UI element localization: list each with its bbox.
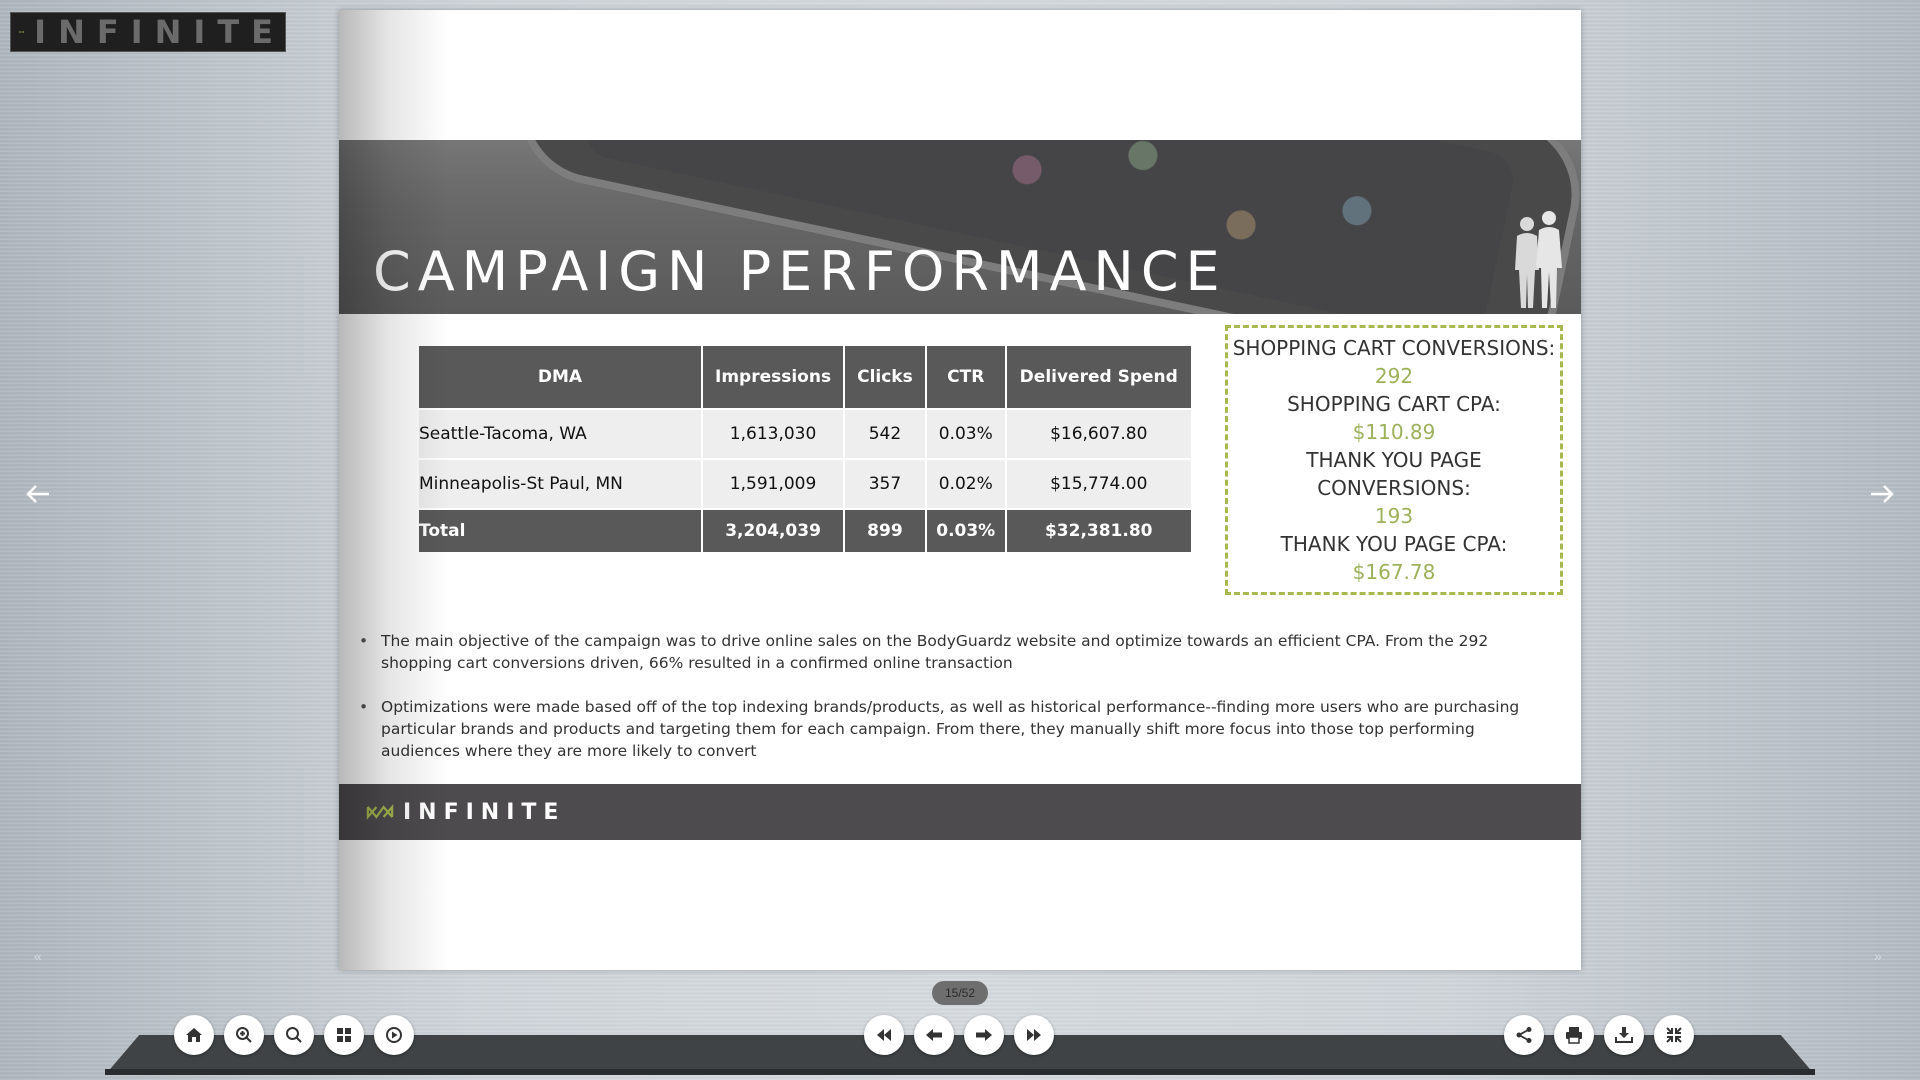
thank-you-page-cpa-label: THANK YOU PAGE CPA: xyxy=(1280,532,1508,556)
cell-dma: Minneapolis-St Paul, MN xyxy=(419,458,703,509)
shopping-cart-conversions-label: SHOPPING CART CONVERSIONS: xyxy=(1232,336,1556,360)
zoom-in-icon xyxy=(236,1027,252,1043)
summary-bullets: The main objective of the campaign was t… xyxy=(359,630,1549,784)
cell-clicks: 542 xyxy=(844,408,927,459)
conversions-summary-box: SHOPPING CART CONVERSIONS: 292 SHOPPING … xyxy=(1225,325,1563,595)
fullscreen-button[interactable] xyxy=(1654,1015,1694,1055)
download-icon xyxy=(1615,1027,1633,1043)
silhouette-people-icon xyxy=(1515,211,1562,308)
next-page-arrow[interactable] xyxy=(1862,474,1902,514)
cell-clicks: 357 xyxy=(844,458,927,509)
infinity-logo-icon xyxy=(19,30,24,34)
table-row: Minneapolis-St Paul, MN 1,591,009 357 0.… xyxy=(419,458,1191,509)
column-header-delivered-spend: Delivered Spend xyxy=(1005,346,1191,409)
search-button[interactable] xyxy=(274,1015,314,1055)
infinity-logo-icon xyxy=(366,804,394,820)
faint-double-chevron-right-icon: » xyxy=(1874,948,1882,964)
column-header-ctr: CTR xyxy=(925,346,1007,409)
previous-page-icon xyxy=(926,1029,942,1041)
cell-total-ctr: 0.03% xyxy=(925,508,1007,552)
cell-total-clicks: 899 xyxy=(844,508,927,552)
print-icon xyxy=(1566,1027,1582,1044)
thank-you-page-conversions-value: 193 xyxy=(1374,504,1414,528)
page-counter: 15/52 xyxy=(932,981,988,1005)
arrow-right-icon xyxy=(1871,485,1894,503)
column-header-clicks: Clicks xyxy=(844,346,927,409)
cell-total-impressions: 3,204,039 xyxy=(702,508,846,552)
share-button[interactable] xyxy=(1504,1015,1544,1055)
footer-logo-text: INFINITE xyxy=(403,799,566,825)
page-title: CAMPAIGN PERFORMANCE xyxy=(373,240,1227,303)
column-header-dma: DMA xyxy=(419,346,703,409)
first-page-button[interactable] xyxy=(864,1015,904,1055)
cell-ctr: 0.03% xyxy=(925,408,1007,459)
thumbnails-icon xyxy=(337,1028,351,1042)
cell-impressions: 1,613,030 xyxy=(702,408,846,459)
arrow-left-icon xyxy=(26,485,49,503)
download-button[interactable] xyxy=(1604,1015,1644,1055)
autoplay-button[interactable] xyxy=(374,1015,414,1055)
thank-you-page-cpa-value: $167.78 xyxy=(1352,560,1436,584)
cell-total-delivered-spend: $32,381.80 xyxy=(1005,508,1191,552)
search-icon xyxy=(286,1027,302,1043)
shopping-cart-cpa-value: $110.89 xyxy=(1352,420,1436,444)
share-icon xyxy=(1516,1027,1532,1043)
first-page-icon xyxy=(877,1029,891,1041)
last-page-icon xyxy=(1027,1029,1041,1041)
next-page-icon xyxy=(976,1029,992,1041)
print-button[interactable] xyxy=(1554,1015,1594,1055)
table-total-row: Total 3,204,039 899 0.03% $32,381.80 xyxy=(419,508,1191,552)
previous-page-arrow[interactable] xyxy=(18,474,58,514)
thumbnails-button[interactable] xyxy=(324,1015,364,1055)
cell-dma: Seattle-Tacoma, WA xyxy=(419,408,703,459)
table-header-row: DMA Impressions Clicks CTR Delivered Spe… xyxy=(419,346,1191,409)
home-button[interactable] xyxy=(174,1015,214,1055)
last-page-button[interactable] xyxy=(1014,1015,1054,1055)
flipbook-page: CAMPAIGN PERFORMANCE DMA Impressions Cli… xyxy=(339,10,1581,970)
previous-page-button[interactable] xyxy=(914,1015,954,1055)
home-icon xyxy=(186,1028,202,1042)
autoplay-icon xyxy=(386,1027,402,1043)
page-footer-bar: INFINITE xyxy=(339,784,1581,840)
zoom-in-button[interactable] xyxy=(224,1015,264,1055)
bullet-item: The main objective of the campaign was t… xyxy=(359,630,1549,674)
campaign-performance-table: DMA Impressions Clicks CTR Delivered Spe… xyxy=(419,346,1191,552)
shopping-cart-cpa-label: SHOPPING CART CPA: xyxy=(1287,392,1501,416)
cell-total-label: Total xyxy=(419,508,703,552)
bullet-item: Optimizations were made based off of the… xyxy=(359,696,1549,762)
fullscreen-icon xyxy=(1666,1027,1682,1043)
cell-ctr: 0.02% xyxy=(925,458,1007,509)
cell-delivered-spend: $16,607.80 xyxy=(1005,408,1191,459)
next-page-button[interactable] xyxy=(964,1015,1004,1055)
cell-delivered-spend: $15,774.00 xyxy=(1005,458,1191,509)
thank-you-page-conversions-label: THANK YOU PAGE CONVERSIONS: xyxy=(1306,448,1482,500)
title-banner: CAMPAIGN PERFORMANCE xyxy=(339,140,1581,314)
column-header-impressions: Impressions xyxy=(702,346,846,409)
cell-impressions: 1,591,009 xyxy=(702,458,846,509)
header-logo-text: INFINITE xyxy=(34,13,285,51)
table-row: Seattle-Tacoma, WA 1,613,030 542 0.03% $… xyxy=(419,408,1191,459)
shopping-cart-conversions-value: 292 xyxy=(1374,364,1414,388)
header-logo[interactable]: INFINITE xyxy=(10,12,286,52)
faint-double-chevron-left-icon: « xyxy=(34,948,42,964)
